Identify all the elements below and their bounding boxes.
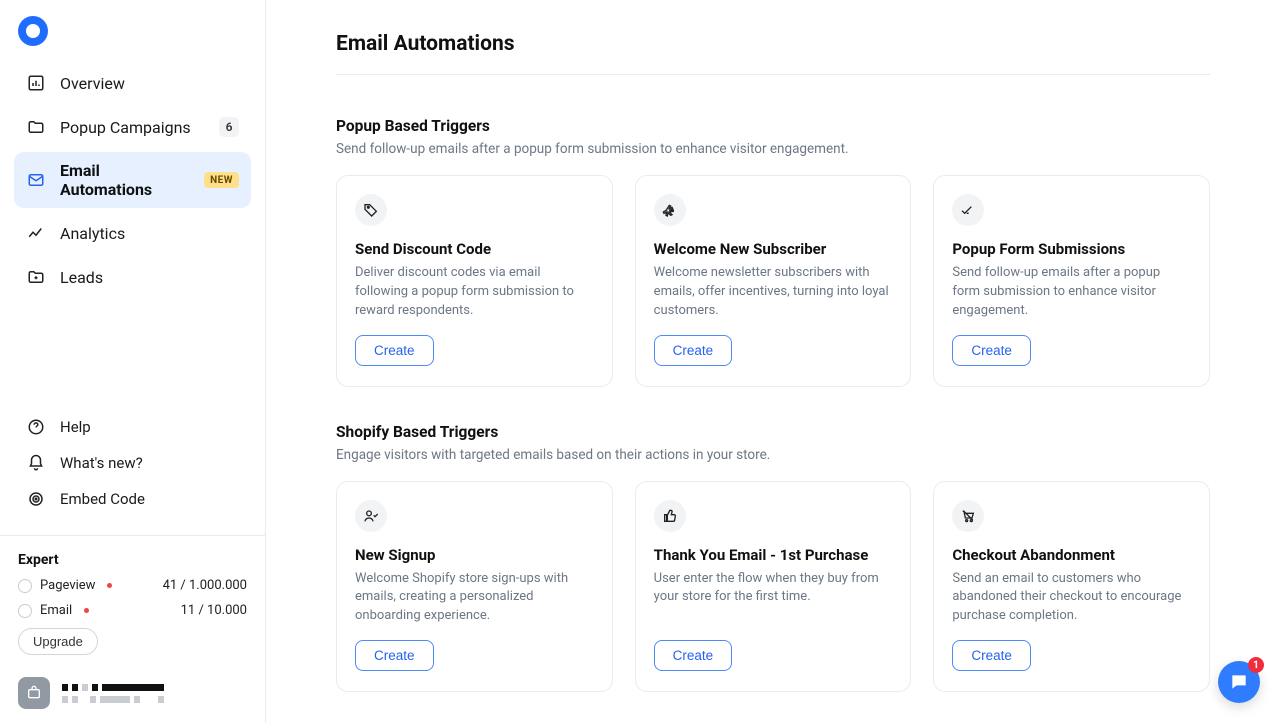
plan-row-email: Email 11 / 10.000	[18, 603, 247, 618]
brand-logo[interactable]	[18, 16, 48, 46]
primary-nav: Overview Popup Campaigns 6 Email Automat…	[0, 54, 265, 302]
account-block[interactable]	[0, 665, 265, 723]
plan-row-pageview: Pageview 41 / 1.000.000	[18, 578, 247, 593]
leads-folder-icon	[26, 267, 46, 287]
sidebar-item-label: Analytics	[60, 224, 239, 243]
sidebar-item-label: Help	[60, 418, 239, 436]
folder-icon	[26, 117, 46, 137]
alert-dot-icon	[107, 583, 112, 588]
card-welcome-new-subscriber: Welcome New Subscriber Welcome newslette…	[635, 175, 912, 387]
sidebar-item-whats-new[interactable]: What's new?	[16, 447, 249, 479]
card-title: Welcome New Subscriber	[654, 240, 893, 258]
card-new-signup: New Signup Welcome Shopify store sign-up…	[336, 481, 613, 693]
user-check-icon	[355, 500, 387, 532]
chart-box-icon	[26, 73, 46, 93]
create-button[interactable]: Create	[355, 335, 434, 366]
card-checkout-abandonment: Checkout Abandonment Send an email to cu…	[933, 481, 1210, 693]
campaigns-count-badge: 6	[219, 117, 239, 137]
analytics-icon	[26, 223, 46, 243]
card-desc: Welcome newsletter subscribers with emai…	[654, 264, 893, 321]
sidebar-item-help[interactable]: Help	[16, 411, 249, 443]
cart-abandon-icon	[952, 500, 984, 532]
card-title: Popup Form Submissions	[952, 240, 1191, 258]
sidebar: Overview Popup Campaigns 6 Email Automat…	[0, 0, 266, 723]
sidebar-item-leads[interactable]: Leads	[14, 258, 251, 296]
create-button[interactable]: Create	[355, 640, 434, 671]
chat-unread-badge: 1	[1248, 657, 1264, 673]
create-button[interactable]: Create	[952, 640, 1031, 671]
card-send-discount-code: Send Discount Code Deliver discount code…	[336, 175, 613, 387]
sidebar-item-label: Overview	[60, 74, 239, 93]
card-title: Checkout Abandonment	[952, 546, 1191, 564]
page-title: Email Automations	[336, 32, 1210, 75]
card-desc: Send an email to customers who abandoned…	[952, 570, 1191, 627]
help-icon	[26, 417, 46, 437]
radio-indicator	[18, 579, 32, 593]
main-content: Email Automations Popup Based Triggers S…	[266, 0, 1280, 723]
avatar	[18, 677, 50, 709]
upgrade-button[interactable]: Upgrade	[18, 628, 98, 655]
sidebar-item-email-automations[interactable]: Email Automations NEW	[14, 152, 251, 208]
plan-metric-label: Email	[40, 603, 72, 618]
section-shopify-triggers: Shopify Based Triggers Engage visitors w…	[336, 423, 1210, 693]
sidebar-item-label: Leads	[60, 268, 239, 287]
sidebar-item-overview[interactable]: Overview	[14, 64, 251, 102]
divider	[0, 535, 265, 536]
card-desc: User enter the flow when they buy from y…	[654, 570, 893, 627]
check-all-icon	[952, 194, 984, 226]
sidebar-item-popup-campaigns[interactable]: Popup Campaigns 6	[14, 108, 251, 146]
plan-box: Expert Pageview 41 / 1.000.000 Email 11 …	[0, 542, 265, 665]
card-desc: Welcome Shopify store sign-ups with emai…	[355, 570, 594, 627]
card-desc: Send follow-up emails after a popup form…	[952, 264, 1191, 321]
new-badge: NEW	[204, 172, 239, 188]
sidebar-item-label: Popup Campaigns	[60, 118, 205, 137]
plan-title: Expert	[18, 552, 247, 568]
section-desc: Send follow-up emails after a popup form…	[336, 141, 1210, 157]
cards-row: New Signup Welcome Shopify store sign-up…	[336, 481, 1210, 693]
section-desc: Engage visitors with targeted emails bas…	[336, 447, 1210, 463]
secondary-nav: Help What's new? Embed Code	[0, 401, 265, 529]
logo-wrap	[0, 0, 265, 54]
cards-row: Send Discount Code Deliver discount code…	[336, 175, 1210, 387]
card-title: Thank You Email - 1st Purchase	[654, 546, 893, 564]
create-button[interactable]: Create	[654, 335, 733, 366]
target-icon	[26, 489, 46, 509]
sidebar-item-analytics[interactable]: Analytics	[14, 214, 251, 252]
mail-icon	[26, 170, 46, 190]
create-button[interactable]: Create	[654, 640, 733, 671]
section-title: Popup Based Triggers	[336, 117, 1210, 135]
section-popup-triggers: Popup Based Triggers Send follow-up emai…	[336, 117, 1210, 387]
tag-icon	[355, 194, 387, 226]
chat-launcher[interactable]: 1	[1218, 661, 1260, 703]
radio-indicator	[18, 604, 32, 618]
sidebar-item-embed-code[interactable]: Embed Code	[16, 483, 249, 515]
card-title: Send Discount Code	[355, 240, 594, 258]
plan-metric-value: 11 / 10.000	[181, 603, 247, 618]
card-thank-you-first-purchase: Thank You Email - 1st Purchase User ente…	[635, 481, 912, 693]
card-popup-form-submissions: Popup Form Submissions Send follow-up em…	[933, 175, 1210, 387]
plan-metric-label: Pageview	[40, 578, 95, 593]
section-title: Shopify Based Triggers	[336, 423, 1210, 441]
thumbs-up-icon	[654, 500, 686, 532]
wave-icon	[654, 194, 686, 226]
alert-dot-icon	[84, 608, 89, 613]
plan-metric-value: 41 / 1.000.000	[163, 578, 247, 593]
account-info-redacted	[62, 684, 164, 703]
create-button[interactable]: Create	[952, 335, 1031, 366]
sidebar-item-label: What's new?	[60, 454, 239, 472]
bell-icon	[26, 453, 46, 473]
sidebar-item-label: Email Automations	[60, 161, 190, 199]
card-desc: Deliver discount codes via email followi…	[355, 264, 594, 321]
card-title: New Signup	[355, 546, 594, 564]
sidebar-item-label: Embed Code	[60, 490, 239, 508]
